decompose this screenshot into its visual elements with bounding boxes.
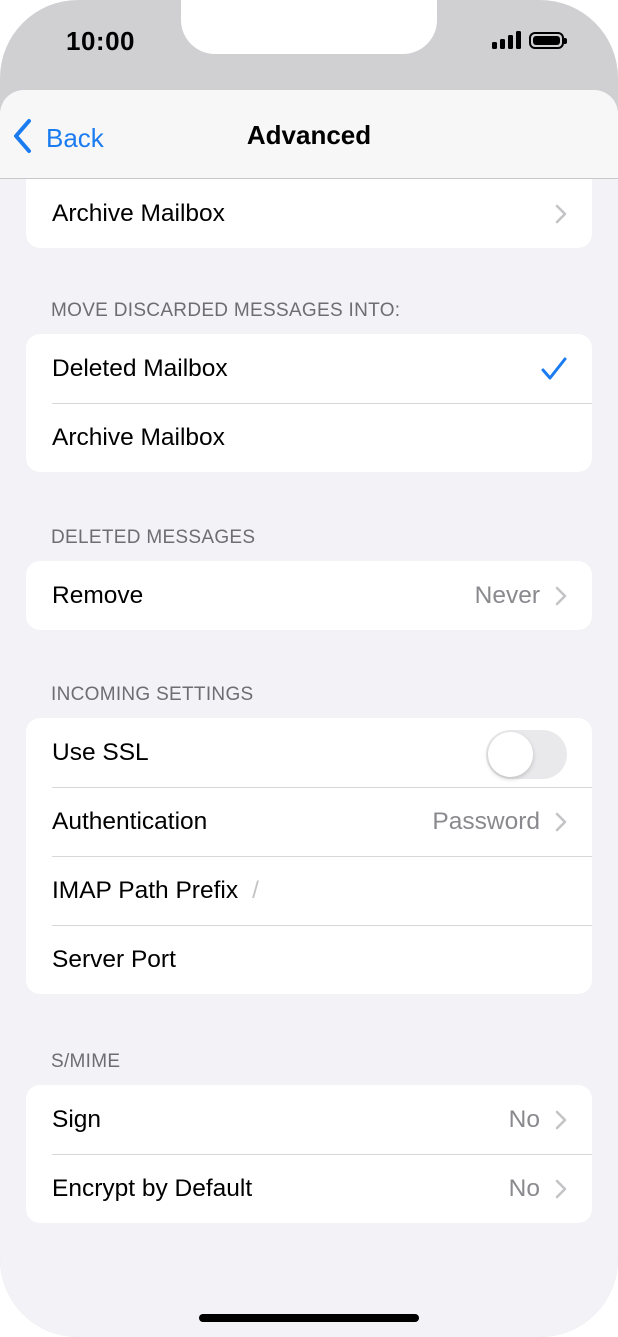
notch — [181, 0, 437, 54]
status-time: 10:00 — [66, 26, 135, 56]
section-header-smime: S/MIME — [51, 1051, 121, 1072]
server-port-row[interactable]: Server Port — [26, 925, 592, 994]
row-label: Archive Mailbox — [52, 199, 225, 227]
use-ssl-row: Use SSL — [26, 718, 592, 787]
settings-screen: Back Advanced Archive Mailbox MOVE DISCA… — [0, 90, 618, 1337]
chevron-right-icon — [554, 1178, 568, 1200]
row-label: IMAP Path Prefix — [52, 876, 239, 904]
battery-icon — [529, 32, 567, 49]
row-label: Use SSL — [52, 738, 149, 766]
authentication-row[interactable]: Authentication Password — [26, 787, 592, 856]
deleted-mailbox-row[interactable]: Deleted Mailbox — [26, 334, 592, 403]
status-icons — [492, 30, 567, 49]
archive-mailbox-option-row[interactable]: Archive Mailbox — [26, 403, 592, 472]
deleted-messages-group: Remove Never — [26, 561, 592, 630]
row-value: No — [508, 1174, 540, 1202]
imap-path-prefix-field[interactable]: / — [252, 877, 259, 905]
row-value: No — [508, 1105, 540, 1133]
row-label: Archive Mailbox — [52, 423, 225, 451]
encrypt-by-default-row[interactable]: Encrypt by Default No — [26, 1154, 592, 1223]
incoming-settings-group: Use SSL Authentication Password IMAP Pat… — [26, 718, 592, 994]
smime-group: Sign No Encrypt by Default No — [26, 1085, 592, 1223]
row-value: Never — [474, 581, 540, 609]
toggle-knob — [488, 732, 533, 777]
chevron-right-icon — [554, 203, 568, 225]
row-label: Sign — [52, 1105, 102, 1133]
archive-mailbox-row[interactable]: Archive Mailbox — [26, 179, 592, 248]
page-title: Advanced — [246, 120, 372, 150]
chevron-right-icon — [554, 585, 568, 607]
chevron-right-icon — [554, 811, 568, 833]
remove-row[interactable]: Remove Never — [26, 561, 592, 630]
use-ssl-toggle[interactable] — [486, 730, 567, 779]
section-header-deleted-messages: DELETED MESSAGES — [51, 527, 256, 548]
checkmark-icon — [540, 356, 568, 382]
section-header-move-discarded: MOVE DISCARDED MESSAGES INTO: — [51, 300, 401, 321]
section-header-incoming: INCOMING SETTINGS — [51, 684, 254, 705]
home-indicator[interactable] — [199, 1314, 419, 1322]
navigation-bar: Back Advanced — [0, 90, 618, 179]
row-label: Server Port — [52, 945, 176, 973]
row-label: Deleted Mailbox — [52, 354, 228, 382]
row-value: Password — [432, 807, 540, 835]
move-discarded-group: Deleted Mailbox Archive Mailbox — [26, 334, 592, 472]
row-label: Authentication — [52, 807, 208, 835]
sign-row[interactable]: Sign No — [26, 1085, 592, 1154]
chevron-right-icon — [554, 1109, 568, 1131]
cellular-signal-icon — [492, 30, 521, 49]
archive-group: Archive Mailbox — [26, 179, 592, 248]
phone-frame: 10:00 Back Advanced Archive Mailbox MOVE… — [0, 0, 618, 1337]
imap-path-prefix-row[interactable]: IMAP Path Prefix / — [26, 856, 592, 925]
row-label: Encrypt by Default — [52, 1174, 253, 1202]
row-label: Remove — [52, 581, 144, 609]
